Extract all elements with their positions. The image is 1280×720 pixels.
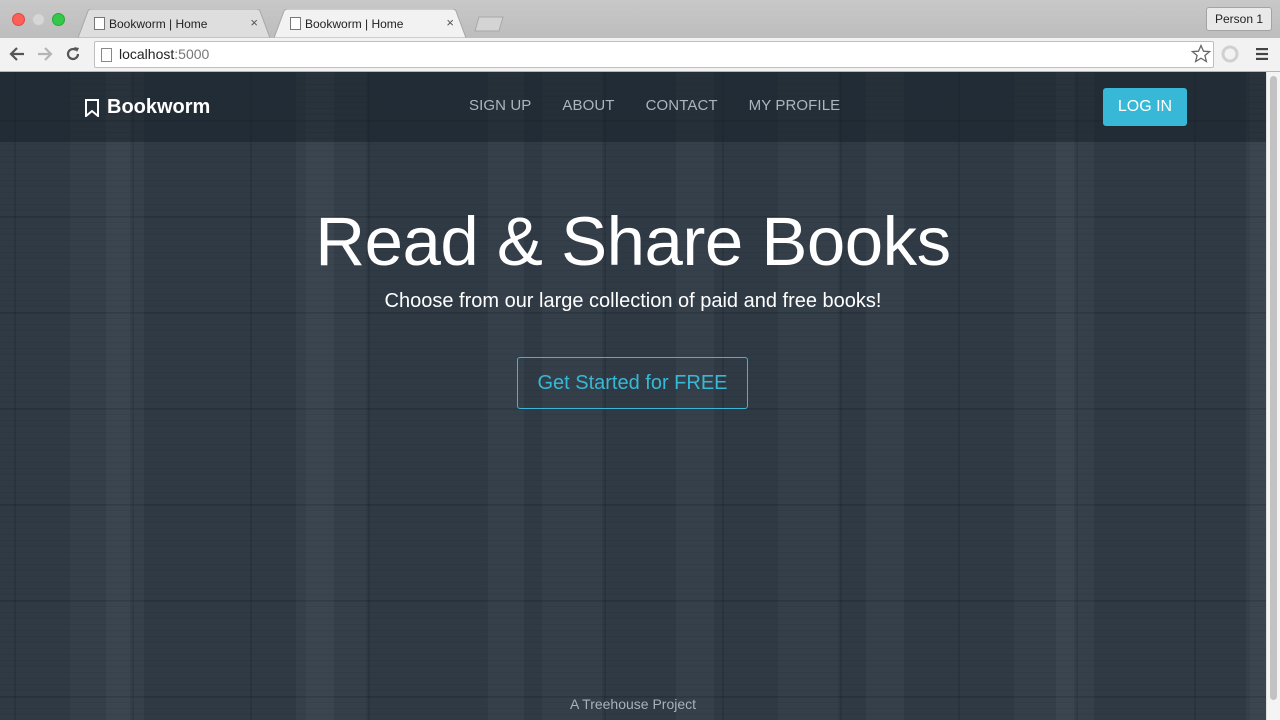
page-scrollbar[interactable]: [1266, 72, 1280, 720]
brand-logo[interactable]: Bookworm: [84, 96, 210, 119]
get-started-button[interactable]: Get Started for FREE: [517, 357, 748, 409]
back-arrow-icon: [9, 47, 24, 61]
tab-close-icon[interactable]: ×: [250, 15, 258, 30]
nav-links: SIGN UP ABOUT CONTACT MY PROFILE: [469, 97, 871, 114]
page-viewport: Bookworm SIGN UP ABOUT CONTACT MY PROFIL…: [0, 72, 1266, 720]
nav-my-profile[interactable]: MY PROFILE: [749, 97, 841, 114]
bookmark-icon: [85, 98, 99, 117]
reload-icon: [66, 47, 80, 61]
window-minimize-button[interactable]: [32, 13, 45, 26]
nav-contact[interactable]: CONTACT: [646, 97, 718, 114]
hero-title: Read & Share Books: [315, 203, 951, 280]
menu-icon[interactable]: [1255, 47, 1269, 61]
new-tab-button[interactable]: [474, 16, 504, 32]
page-icon: [290, 17, 301, 30]
bookmark-star-icon[interactable]: [1191, 44, 1211, 64]
url-port: :5000: [174, 46, 210, 62]
hero-subtitle: Choose from our large collection of paid…: [384, 290, 882, 312]
window-close-button[interactable]: [12, 13, 25, 26]
url-text: localhost:5000: [119, 46, 209, 62]
brand-name: Bookworm: [107, 96, 211, 118]
browser-tab-bar: Bookworm | Home × Bookworm | Home × Pers…: [0, 0, 1280, 38]
nav-about[interactable]: ABOUT: [562, 97, 614, 114]
forward-button[interactable]: [34, 43, 56, 65]
reload-button[interactable]: [62, 43, 84, 65]
page-icon: [94, 17, 105, 30]
scrollbar-thumb[interactable]: [1270, 76, 1277, 700]
window-maximize-button[interactable]: [52, 13, 65, 26]
site-navbar: Bookworm SIGN UP ABOUT CONTACT MY PROFIL…: [0, 72, 1266, 142]
extension-icon[interactable]: [1220, 44, 1240, 64]
browser-tab-active[interactable]: Bookworm | Home ×: [274, 9, 466, 38]
profile-button[interactable]: Person 1: [1205, 7, 1272, 31]
tab-title: Bookworm | Home: [109, 17, 208, 31]
back-button[interactable]: [6, 43, 28, 65]
nav-sign-up[interactable]: SIGN UP: [469, 97, 531, 114]
forward-arrow-icon: [38, 47, 53, 61]
browser-tab[interactable]: Bookworm | Home ×: [78, 9, 270, 38]
tab-title: Bookworm | Home: [305, 17, 404, 31]
footer-text[interactable]: A Treehouse Project: [0, 696, 1266, 712]
page-icon: [101, 48, 112, 62]
browser-toolbar: localhost:5000: [0, 38, 1280, 72]
login-button[interactable]: LOG IN: [1103, 88, 1187, 126]
url-host: localhost: [119, 46, 175, 62]
tab-close-icon[interactable]: ×: [446, 15, 454, 30]
address-bar[interactable]: localhost:5000: [94, 41, 1214, 68]
